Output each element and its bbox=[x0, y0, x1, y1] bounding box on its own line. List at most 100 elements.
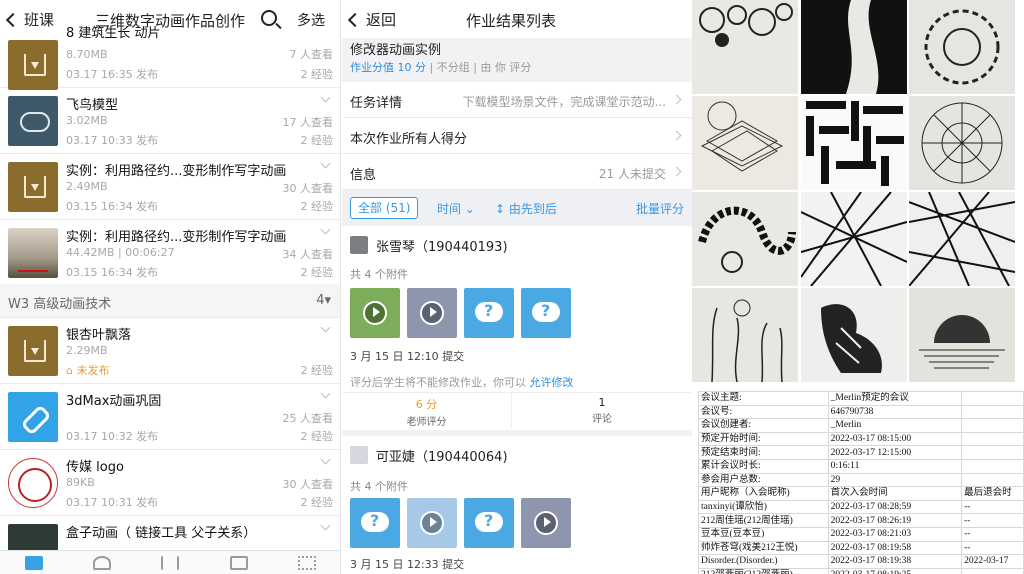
filter-all-button[interactable]: 全部 (51) bbox=[350, 197, 419, 219]
table-row: 212周佳瑶(212周佳瑶) 2022-03-17 08:26:19 -- bbox=[698, 513, 1024, 528]
row-label: 信息 bbox=[350, 168, 377, 183]
table-row: 预定结束时间: 2022-03-17 12:15:00 bbox=[698, 445, 1024, 460]
table-cell: 用户昵称（入会昵称) bbox=[698, 486, 829, 501]
table-row: tanxinyi(谭欣怡) 2022-03-17 08:28:59 -- bbox=[698, 499, 1024, 515]
unknown-file-icon[interactable] bbox=[521, 288, 571, 338]
table-row: 豆本豆(豆本豆) 2022-03-17 08:21:03 -- bbox=[698, 526, 1024, 542]
chevron-down-icon[interactable] bbox=[320, 388, 331, 399]
chevron-down-icon[interactable] bbox=[320, 92, 331, 103]
table-cell: 2022-03-17 12:15:00 bbox=[827, 445, 963, 460]
batch-score-button[interactable]: 批量评分 bbox=[636, 200, 684, 217]
table-cell: 2022-03-17 08:26:19 bbox=[827, 513, 963, 528]
comments[interactable]: 1 评论 bbox=[512, 393, 692, 429]
video-attachment[interactable] bbox=[407, 498, 457, 548]
video-attachment[interactable] bbox=[350, 288, 400, 338]
nav-bar: 返回 作业结果列表 bbox=[342, 0, 692, 38]
table-row: 会议创建者: _Merlin bbox=[698, 418, 1024, 433]
chevron-down-icon[interactable] bbox=[320, 520, 331, 531]
tab-bar bbox=[0, 550, 340, 574]
chevron-left-icon bbox=[347, 12, 363, 27]
teacher-score[interactable]: 6 分 老师评分 bbox=[342, 393, 512, 429]
video-attachment[interactable] bbox=[521, 498, 571, 548]
activity-icon[interactable] bbox=[161, 555, 180, 570]
video-attachment[interactable] bbox=[407, 288, 457, 338]
folder-icon[interactable] bbox=[25, 555, 44, 570]
grid-icon[interactable] bbox=[297, 555, 316, 570]
item-exp: 2 经验 bbox=[300, 134, 334, 147]
table-row: 帅炸苍穹(戏美212王悦) 2022-03-17 08:19:58 -- bbox=[698, 540, 1024, 556]
score-row: 6 分 老师评分 1 评论 bbox=[342, 392, 692, 429]
avatar bbox=[350, 236, 368, 254]
list-item[interactable]: 银杏叶飘落 2.29MB ⌂ 未发布 2 经验 bbox=[0, 318, 340, 384]
chat-icon[interactable] bbox=[229, 555, 248, 570]
artwork-thumbnail[interactable] bbox=[801, 0, 907, 94]
section-count: 4▾ bbox=[316, 293, 331, 308]
table-cell: 会议号: bbox=[698, 404, 829, 420]
item-date: 03.17 10:31 发布 bbox=[66, 496, 159, 509]
link-icon bbox=[8, 392, 58, 442]
item-views: 25 人查看 bbox=[282, 412, 334, 425]
table-cell: -- bbox=[961, 513, 1024, 528]
section-title: W3 高级动画技术 bbox=[8, 297, 112, 312]
logo-thumbnail bbox=[8, 458, 58, 508]
table-cell: 帅炸苍穹(戏美212王悦) bbox=[698, 540, 829, 556]
chevron-down-icon[interactable] bbox=[320, 322, 331, 333]
table-cell: 会议主题: bbox=[698, 391, 829, 406]
unknown-file-icon[interactable] bbox=[350, 498, 400, 548]
artwork-thumbnail[interactable] bbox=[801, 96, 907, 190]
info-row[interactable]: 信息 21 人未提交 bbox=[342, 154, 692, 190]
list-item[interactable]: 3dMax动画巩固 03.17 10:32 发布 25 人查看 2 经验 bbox=[0, 384, 340, 450]
item-size: 2.29MB bbox=[66, 344, 108, 357]
chevron-down-icon[interactable] bbox=[320, 454, 331, 465]
all-scores-row[interactable]: 本次作业所有人得分 bbox=[342, 118, 692, 154]
list-item[interactable]: 实例：利用路径约...变形制作写字动画 2.49MB 03.15 16:34 发… bbox=[0, 154, 340, 220]
item-title: 实例：利用路径约...变形制作写字动画 bbox=[66, 230, 287, 245]
artwork-thumbnail[interactable] bbox=[909, 192, 1015, 286]
artwork-thumbnail[interactable] bbox=[909, 96, 1015, 190]
table-cell: 会议创建者: bbox=[698, 418, 829, 433]
artwork-thumbnail[interactable] bbox=[909, 0, 1015, 94]
artwork-thumbnail[interactable] bbox=[909, 288, 1015, 382]
table-cell: 累计会议时长: bbox=[698, 458, 829, 474]
submit-time: 3 月 15 日 12:10 提交 bbox=[350, 350, 465, 363]
item-size: 3.02MB bbox=[66, 114, 108, 127]
unknown-file-icon[interactable] bbox=[464, 498, 514, 548]
table-cell: 2022-03-17 08:21:03 bbox=[827, 526, 963, 542]
submission-card[interactable]: 可亚婕（190440064) 共 4 个附件 3 月 15 日 12:33 提交 bbox=[342, 436, 692, 574]
list-item[interactable]: 实例：利用路径约...变形制作写字动画 44.42MB | 00:06:27 0… bbox=[0, 220, 340, 286]
item-title: 3dMax动画巩固 bbox=[66, 394, 162, 409]
item-date: ⌂ 未发布 bbox=[66, 362, 109, 378]
list-item[interactable]: 传媒 logo 89KB 03.17 10:31 发布 30 人查看 2 经验 bbox=[0, 450, 340, 516]
table-cell: 2022-03-17 08:15:00 bbox=[827, 431, 963, 447]
table-row: 累计会议时长: 0:16:11 bbox=[698, 458, 1024, 474]
table-cell: 参会用户总数: bbox=[698, 472, 829, 488]
user-icon[interactable] bbox=[93, 555, 112, 570]
section-header[interactable]: W3 高级动画技术 4▾ bbox=[0, 284, 340, 318]
table-cell: -- bbox=[961, 526, 1024, 542]
download-icon bbox=[8, 162, 58, 212]
chevron-down-icon[interactable] bbox=[320, 158, 331, 169]
sort-order-button[interactable]: ↕ 由先到后 bbox=[495, 200, 557, 217]
back-button[interactable]: 返回 bbox=[347, 9, 396, 30]
row-value: 下载模型场景文件，完成课堂示范动... bbox=[462, 95, 666, 109]
artwork-thumbnail[interactable] bbox=[692, 96, 798, 190]
list-item[interactable]: 8 建筑生长 动片 8.70MB 03.17 16:35 发布 7 人查看 2 … bbox=[0, 22, 340, 90]
artwork-thumbnail[interactable] bbox=[801, 288, 907, 382]
chevron-down-icon[interactable] bbox=[320, 224, 331, 235]
task-detail-row[interactable]: 任务详情 下载模型场景文件，完成课堂示范动... bbox=[342, 82, 692, 118]
filter-time-dropdown[interactable]: 时间 ⌄ bbox=[437, 200, 475, 217]
artwork-thumbnail[interactable] bbox=[692, 288, 798, 382]
row-value: 21 人未提交 bbox=[598, 167, 666, 181]
table-cell: 最后退会时 bbox=[961, 486, 1024, 501]
list-item[interactable]: 飞鸟模型 3.02MB 03.17 10:33 发布 17 人查看 2 经验 bbox=[0, 88, 340, 154]
comment-label: 评论 bbox=[592, 414, 612, 425]
chevron-right-icon bbox=[671, 166, 682, 177]
artwork-thumbnail[interactable] bbox=[801, 192, 907, 286]
item-date: 03.17 16:35 发布 bbox=[66, 68, 159, 81]
allow-edit-link[interactable]: 允许修改 bbox=[530, 376, 574, 389]
artwork-thumbnail[interactable] bbox=[692, 192, 798, 286]
avatar bbox=[350, 446, 368, 464]
item-title: 银杏叶飘落 bbox=[66, 328, 132, 343]
unknown-file-icon[interactable] bbox=[464, 288, 514, 338]
artwork-thumbnail[interactable] bbox=[692, 0, 798, 94]
